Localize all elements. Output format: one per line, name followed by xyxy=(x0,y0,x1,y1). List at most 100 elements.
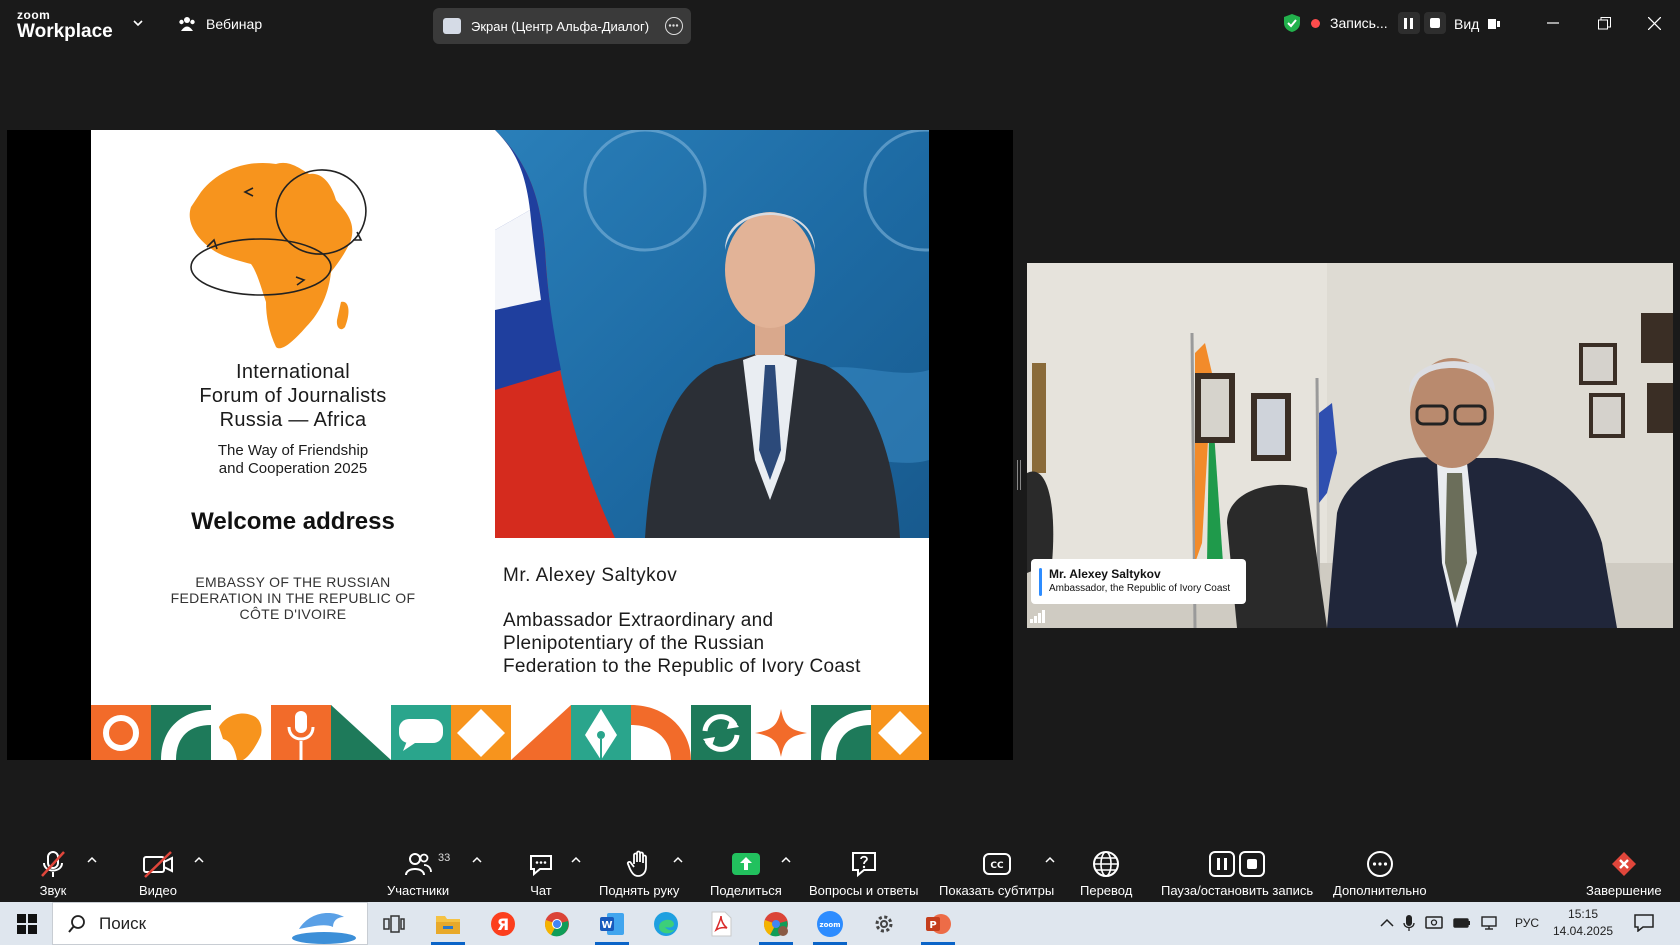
audio-options-caret-icon[interactable] xyxy=(87,856,97,864)
pause-stop-recording-button[interactable]: Пауза/остановить запись xyxy=(1161,848,1313,898)
translation-button[interactable]: Перевод xyxy=(1080,848,1132,898)
meeting-controls: Звук Видео Участники 33 Чат Поднять руку… xyxy=(0,836,1680,902)
speaker-photo xyxy=(495,130,929,538)
raise-hand-caret-icon[interactable] xyxy=(673,856,683,864)
pause-recording-button[interactable] xyxy=(1397,12,1420,34)
chrome-app[interactable] xyxy=(538,908,576,940)
connection-signal-icon[interactable] xyxy=(1030,609,1046,623)
qa-icon xyxy=(851,852,876,878)
restore-icon xyxy=(1597,16,1611,29)
qa-button[interactable]: Вопросы и ответы xyxy=(809,848,918,898)
audio-button[interactable]: Звук xyxy=(38,848,68,898)
taskbar-search[interactable]: Поиск xyxy=(52,902,368,945)
people-icon xyxy=(179,17,195,31)
participant-title: Ambassador, the Republic of Ivory Coast xyxy=(1049,583,1231,594)
stop-recording-button[interactable] xyxy=(1423,12,1446,34)
subtitle-line2: and Cooperation 2025 xyxy=(218,460,368,477)
end-button[interactable]: Завершение xyxy=(1586,848,1662,898)
system-clock[interactable]: 15:15 14.04.2025 xyxy=(1553,906,1613,940)
raise-hand-icon xyxy=(627,850,648,877)
more-button[interactable]: Дополнительно xyxy=(1333,848,1427,898)
forum-title-line3: Russia — Africa xyxy=(219,409,367,431)
panel-splitter[interactable] xyxy=(1017,460,1021,490)
close-button[interactable] xyxy=(1643,12,1665,34)
windows-taskbar: Поиск Я W zoom P РУС 15:15 14.04.2025 xyxy=(0,902,1680,945)
microphone-muted-icon xyxy=(41,851,65,877)
minimize-button[interactable] xyxy=(1542,12,1564,34)
share-button[interactable]: Поделиться xyxy=(710,848,782,898)
captions-button[interactable]: CC Показать субтитры xyxy=(939,848,1054,898)
forum-subtitle: The Way of Friendship and Cooperation 20… xyxy=(91,442,495,478)
device-tray-icon[interactable] xyxy=(1424,915,1444,931)
captions-caret-icon[interactable] xyxy=(1045,856,1055,864)
stop-icon xyxy=(1429,18,1440,28)
band-chat-bubble-icon xyxy=(391,705,451,760)
task-view-app[interactable] xyxy=(375,908,413,940)
speaker-role: Ambassador Extraordinary and Plenipotent… xyxy=(503,609,923,678)
battery-icon[interactable] xyxy=(1453,916,1471,930)
svg-text:CC: CC xyxy=(990,861,1004,871)
band-microphone-icon xyxy=(271,705,331,760)
view-layout-icon xyxy=(1488,19,1501,29)
language-indicator[interactable]: РУС xyxy=(1515,916,1539,930)
network-icon[interactable] xyxy=(1480,915,1498,931)
chat-label: Чат xyxy=(530,883,552,898)
end-call-icon xyxy=(1611,852,1636,876)
chrome-icon xyxy=(545,912,569,937)
edge-app[interactable] xyxy=(647,908,685,940)
file-explorer-app[interactable] xyxy=(429,908,467,945)
pdf-icon xyxy=(711,911,732,937)
forum-title-line1: International xyxy=(236,361,350,383)
subtitle-line1: The Way of Friendship xyxy=(217,442,369,459)
video-options-caret-icon[interactable] xyxy=(194,856,204,864)
windows-start-icon[interactable] xyxy=(17,914,37,934)
recording-status: Запись... xyxy=(1283,12,1446,34)
cc-icon: CC xyxy=(982,853,1011,875)
raise-hand-button[interactable]: Поднять руку xyxy=(599,848,679,898)
word-app[interactable]: W xyxy=(593,908,631,945)
notifications-icon[interactable] xyxy=(1634,914,1654,932)
band-arc-icon xyxy=(151,705,211,760)
slide-left-panel: International Forum of Journalists Russi… xyxy=(91,130,495,705)
microphone-tray-icon[interactable] xyxy=(1403,914,1415,932)
zoom-app[interactable]: zoom xyxy=(811,908,849,945)
video-button[interactable]: Видео xyxy=(139,848,177,898)
band-triangle-icon xyxy=(331,705,391,760)
word-icon: W xyxy=(600,913,624,935)
yandex-icon: Я xyxy=(491,912,515,936)
band-diamond2-icon xyxy=(871,705,929,760)
clock-time: 15:15 xyxy=(1568,907,1599,921)
forum-title-line2: Forum of Journalists xyxy=(199,385,387,407)
pdf-reader-app[interactable] xyxy=(702,908,740,940)
more-options-icon[interactable] xyxy=(665,17,683,35)
show-hidden-icons-icon[interactable] xyxy=(1380,918,1394,928)
zoom-workplace-logo[interactable]: zoom Workplace xyxy=(17,9,113,41)
clock-date: 14.04.2025 xyxy=(1553,924,1614,938)
participants-caret-icon[interactable] xyxy=(472,856,482,864)
recording-label: Запись... xyxy=(1330,15,1388,31)
screen-share-indicator[interactable]: Экран (Центр Альфа-Диалог) xyxy=(433,8,691,44)
chevron-down-icon[interactable] xyxy=(133,18,143,28)
globe-icon xyxy=(1093,851,1120,877)
chat-caret-icon[interactable] xyxy=(571,856,581,864)
qa-label: Вопросы и ответы xyxy=(809,883,919,898)
video-label: Видео xyxy=(139,883,177,898)
more-icon xyxy=(1366,851,1393,877)
speaker-name: Mr. Alexey Saltykov xyxy=(503,565,678,586)
settings-app[interactable] xyxy=(865,908,903,940)
zoom-window: zoom Workplace Вебинар Экран (Центр Альф… xyxy=(0,0,1680,945)
camera-off-icon xyxy=(142,851,173,878)
participants-icon xyxy=(405,853,432,876)
restore-button[interactable] xyxy=(1593,12,1615,34)
powerpoint-app[interactable]: P xyxy=(919,908,957,945)
shield-icon[interactable] xyxy=(1283,13,1301,33)
chrome-profile-app[interactable] xyxy=(757,908,795,945)
band-star-icon xyxy=(751,705,811,760)
view-button[interactable]: Вид xyxy=(1454,16,1501,32)
presentation-slide: International Forum of Journalists Russi… xyxy=(91,130,929,760)
chat-button[interactable]: Чат xyxy=(527,848,555,898)
search-highlight-dolphin-icon xyxy=(292,913,356,944)
share-caret-icon[interactable] xyxy=(781,856,791,864)
meeting-type[interactable]: Вебинар xyxy=(178,16,262,32)
yandex-browser-app[interactable]: Я xyxy=(484,908,522,940)
